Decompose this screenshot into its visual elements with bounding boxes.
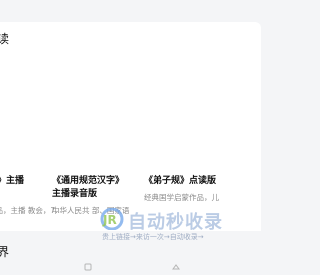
- tab-discover-icon[interactable]: [172, 256, 180, 270]
- tab-bar: [0, 250, 261, 267]
- book-item[interactable]: 《弟子规》点读版 经典国学启蒙作品，儿: [144, 175, 234, 203]
- book-description: 经典国学启蒙作品，儿: [144, 193, 219, 202]
- book-title-line: 主播录音版: [52, 189, 98, 199]
- book-title-line: 《通用规范汉字》: [52, 176, 125, 186]
- top-bar: [0, 0, 261, 22]
- book-item[interactable]: 《通用规范汉字》 主播录音版 中华人民共 部、国家语: [52, 175, 142, 216]
- section-title: 读: [0, 32, 10, 46]
- book-description: 中华人民共 部、国家语: [52, 206, 130, 215]
- book-title: 《弟子规》点读版: [144, 175, 234, 188]
- book-title: 《通用规范汉字》 主播录音版: [52, 175, 142, 201]
- watermark-slogan: 贵上链接→来访一次→自动收录→: [102, 233, 204, 241]
- tab-home-icon[interactable]: [84, 256, 92, 271]
- book-title-line: 《弟子规》点读版: [144, 176, 217, 186]
